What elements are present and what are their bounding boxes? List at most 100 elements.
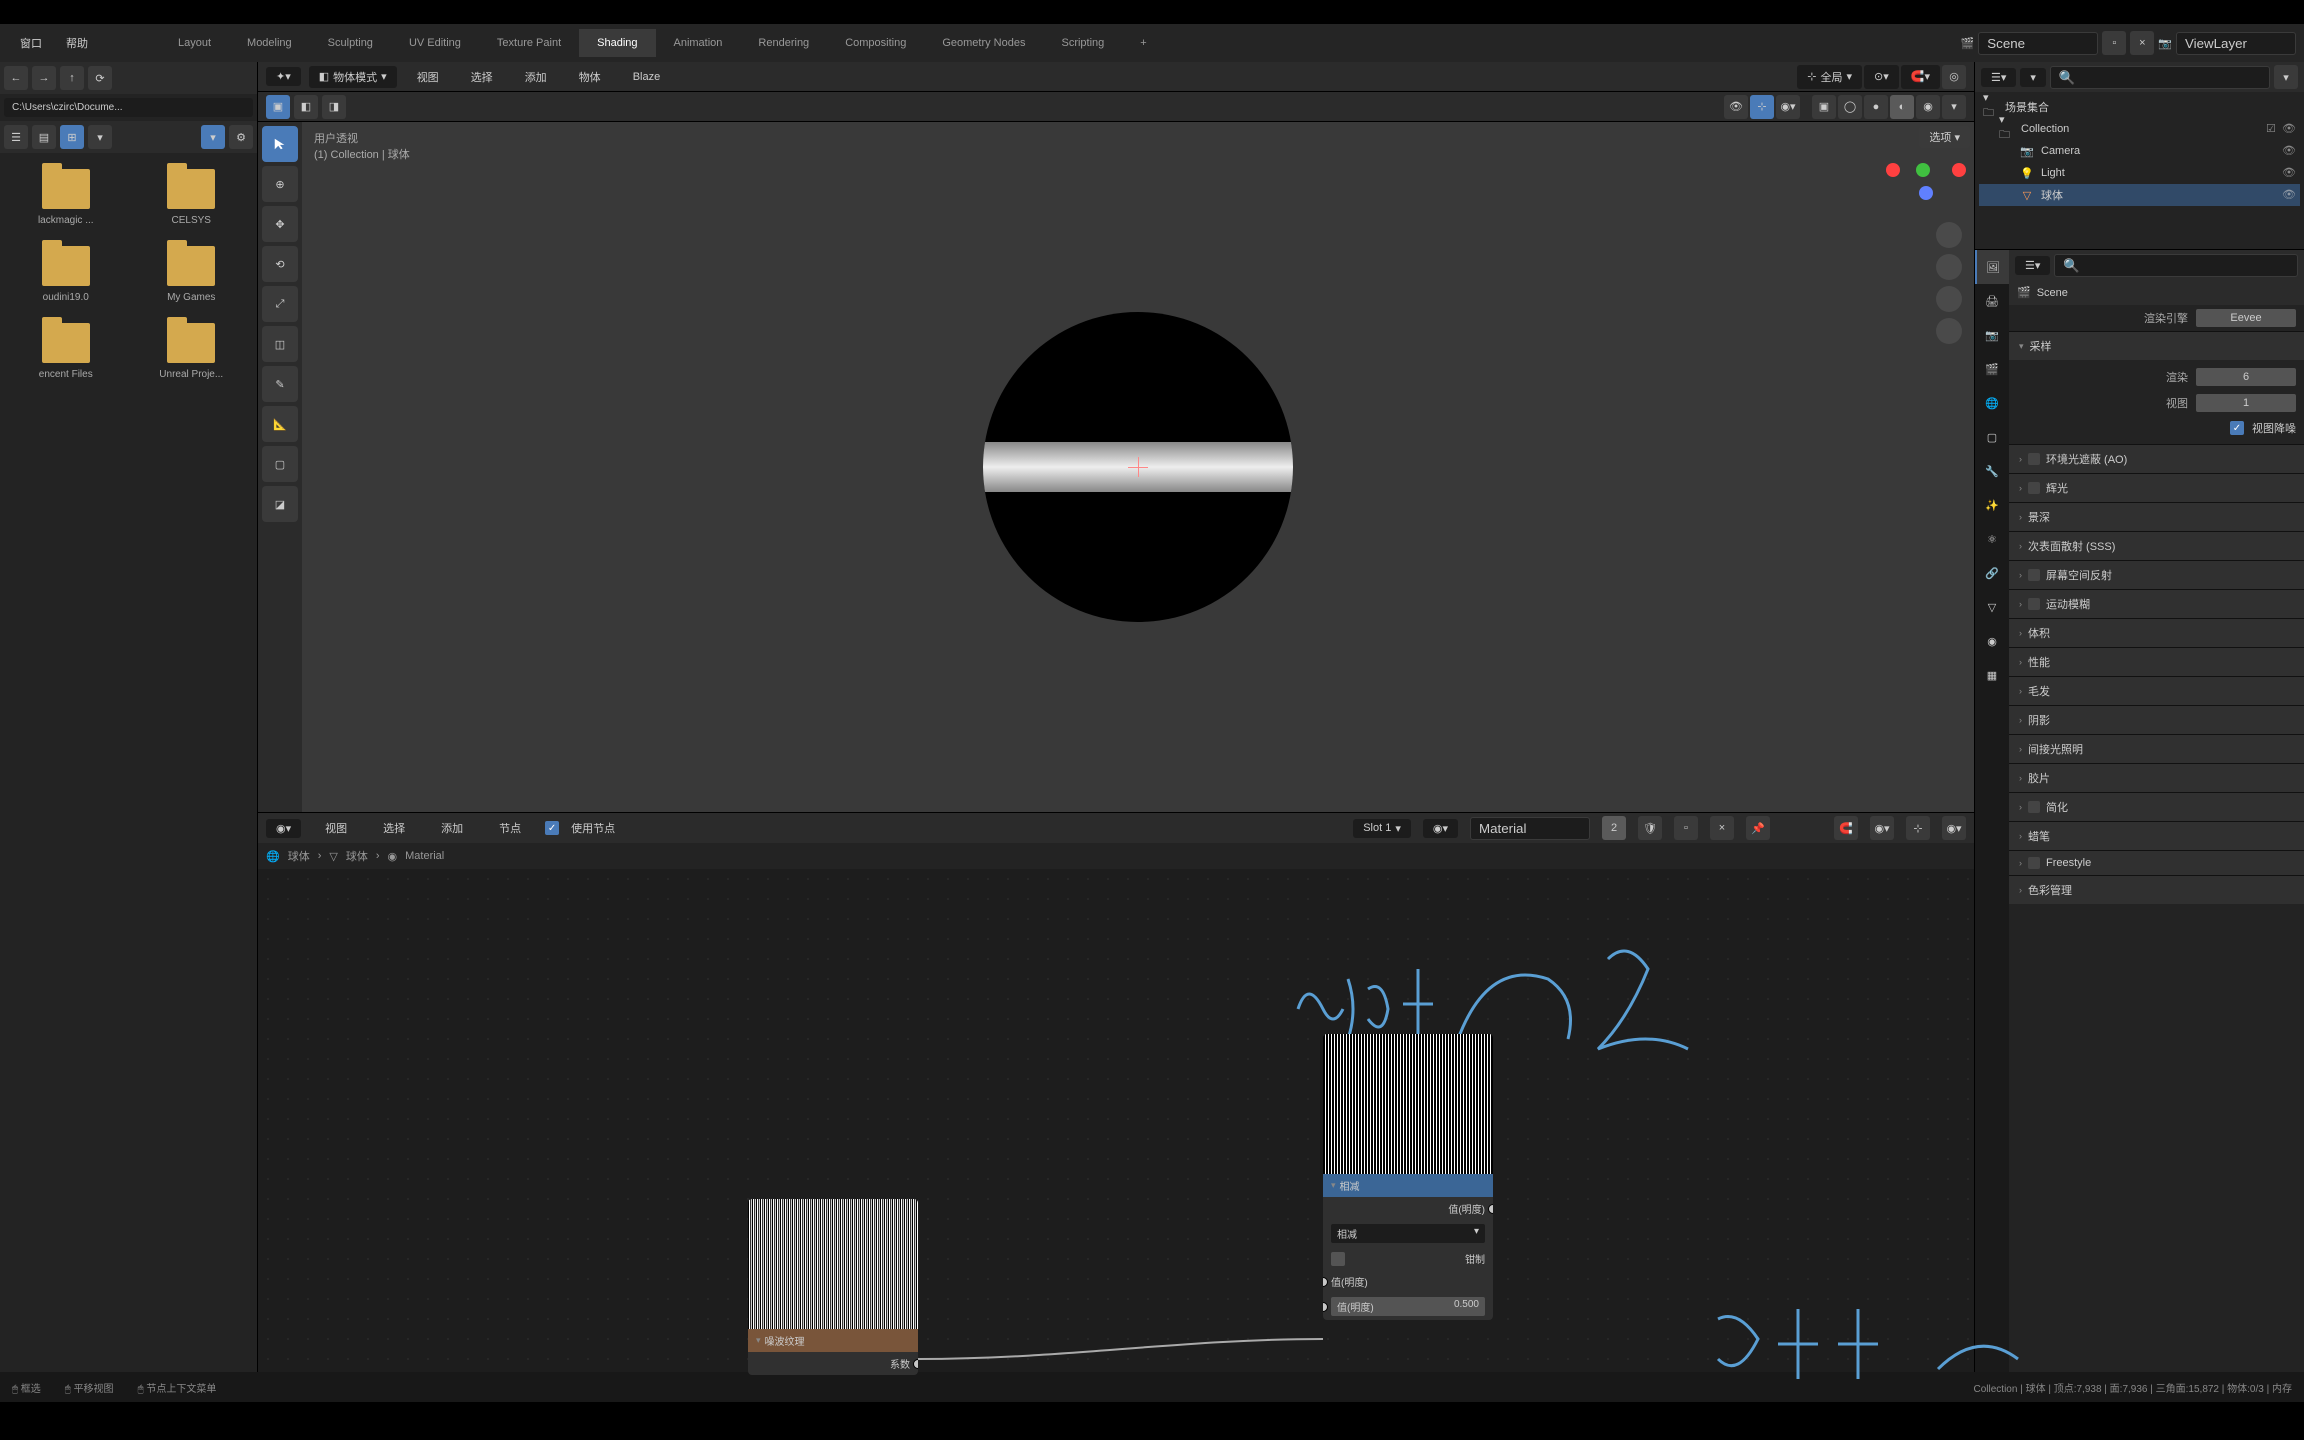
viewport-canvas[interactable]: 用户透视 (1) Collection | 球体 [302, 122, 1974, 812]
scene-name-input[interactable] [1978, 32, 2098, 55]
denoise-checkbox[interactable]: ✓ [2230, 421, 2244, 435]
panel-bloom[interactable]: ›辉光 [2009, 474, 2304, 502]
engine-dropdown[interactable]: Eevee [2196, 309, 2296, 327]
props-scene-name[interactable]: Scene [2037, 287, 2068, 299]
outliner-filter[interactable]: ▾ [2274, 65, 2298, 89]
clamp-checkbox[interactable] [1331, 1252, 1345, 1266]
fb-sort[interactable]: ▾ [88, 125, 112, 149]
shading-options[interactable]: ▾ [1942, 95, 1966, 119]
value2-field[interactable]: 值(明度) 0.500 [1331, 1297, 1485, 1316]
ne-add-menu[interactable]: 添加 [429, 816, 475, 840]
outliner-light[interactable]: 💡 Light 👁 [1979, 162, 2300, 184]
node-noise-texture[interactable]: ▾ 噪波纹理 系数 [748, 1199, 918, 1375]
prop-tab-modifier[interactable]: 🔧 [1975, 454, 2009, 488]
material-pin[interactable]: 📌 [1746, 816, 1770, 840]
prop-tab-texture[interactable]: ▦ [1975, 658, 2009, 692]
panel-hair[interactable]: ›毛发 [2009, 677, 2304, 705]
outliner-search[interactable] [2050, 66, 2270, 89]
snap-dropdown[interactable]: 🧲▾ [1901, 65, 1940, 89]
bc-obj[interactable]: 球体 [288, 848, 310, 864]
folder-item[interactable]: My Games [134, 246, 250, 303]
menu-help[interactable]: 帮助 [54, 31, 100, 55]
ne-node-menu[interactable]: 节点 [487, 816, 533, 840]
material-name-input[interactable] [1470, 817, 1590, 840]
prop-tab-viewlayer[interactable]: 📷 [1975, 318, 2009, 352]
nav-perspective[interactable] [1936, 318, 1962, 344]
tool-select-box[interactable] [262, 126, 298, 162]
mode-dropdown[interactable]: ◧ 物体模式 ▾ [309, 66, 397, 88]
fb-filter[interactable]: ▾ [201, 125, 225, 149]
prop-tab-physics[interactable]: ⚛ [1975, 522, 2009, 556]
output-socket-value[interactable] [1488, 1204, 1493, 1214]
prop-tab-object[interactable]: ▢ [1975, 420, 2009, 454]
nav-camera[interactable] [1936, 286, 1962, 312]
panel-grease[interactable]: ›蜡笔 [2009, 822, 2304, 850]
use-nodes-checkbox[interactable]: ✓ [545, 821, 559, 835]
bc-obj2[interactable]: 球体 [346, 848, 368, 864]
panel-motion[interactable]: ›运动模糊 [2009, 590, 2304, 618]
outliner-collection[interactable]: ▾ 🗀 Collection ☑👁 [1979, 118, 2300, 140]
scene-delete-button[interactable]: × [2130, 31, 2154, 55]
fb-display-detail[interactable]: ▤ [32, 125, 56, 149]
tool-add-cube[interactable]: ▢ [262, 446, 298, 482]
fb-back-button[interactable]: ← [4, 66, 28, 90]
ne-view-menu[interactable]: 视图 [313, 816, 359, 840]
panel-vol[interactable]: ›体积 [2009, 619, 2304, 647]
input-socket-value2[interactable] [1323, 1302, 1328, 1312]
folder-item[interactable]: lackmagic ... [8, 169, 124, 226]
gizmo-toggle[interactable]: ⊹ [1750, 95, 1774, 119]
workspace-compositing[interactable]: Compositing [827, 29, 924, 57]
exclude-checkbox[interactable]: ☑ [2266, 122, 2280, 136]
tool-rotate[interactable]: ⟲ [262, 246, 298, 282]
tool-cursor[interactable]: ⊕ [262, 166, 298, 202]
props-type[interactable]: ☰▾ [2015, 256, 2050, 275]
workspace-geonodes[interactable]: Geometry Nodes [924, 29, 1043, 57]
output-socket-fac[interactable] [913, 1359, 918, 1369]
props-search[interactable] [2054, 254, 2298, 277]
outliner-scene-collection[interactable]: ▾ 🗀 场景集合 [1979, 96, 2300, 118]
outliner-camera[interactable]: 📷 Camera 👁 [1979, 140, 2300, 162]
sphere-object[interactable] [983, 312, 1293, 622]
prop-tab-render[interactable]: 🖼 [1975, 250, 2009, 284]
fb-refresh-button[interactable]: ⟳ [88, 66, 112, 90]
select-mode-2[interactable]: ◧ [294, 95, 318, 119]
proportional-edit[interactable]: ◎ [1942, 65, 1966, 89]
prop-tab-world[interactable]: 🌐 [1975, 386, 2009, 420]
workspace-uv[interactable]: UV Editing [391, 29, 479, 57]
fb-forward-button[interactable]: → [32, 66, 56, 90]
vp-object-menu[interactable]: 物体 [567, 65, 613, 89]
fb-settings[interactable]: ⚙ [229, 125, 253, 149]
select-mode-1[interactable]: ▣ [266, 95, 290, 119]
panel-indirect[interactable]: ›间接光照明 [2009, 735, 2304, 763]
workspace-add[interactable]: + [1122, 29, 1164, 57]
folder-item[interactable]: encent Files [8, 323, 124, 380]
material-new[interactable]: ▫ [1674, 816, 1698, 840]
node-canvas[interactable]: ▾ 噪波纹理 系数 ▾ 相减 [258, 869, 1974, 1372]
vp-blaze-menu[interactable]: Blaze [621, 67, 673, 87]
ne-editor-type[interactable]: ◉▾ [266, 819, 301, 838]
pivot-dropdown[interactable]: ⊙▾ [1864, 65, 1899, 89]
ne-select-menu[interactable]: 选择 [371, 816, 417, 840]
tool-transform[interactable]: ◫ [262, 326, 298, 362]
hide-toggle[interactable]: 👁 [2282, 122, 2296, 136]
workspace-layout[interactable]: Layout [160, 29, 229, 57]
shading-rendered[interactable]: ◉ [1916, 95, 1940, 119]
workspace-texpaint[interactable]: Texture Paint [479, 29, 579, 57]
prop-tab-particle[interactable]: ✨ [1975, 488, 2009, 522]
orientation-dropdown[interactable]: ⊹ 全局 ▾ [1797, 65, 1862, 89]
panel-perf[interactable]: ›性能 [2009, 648, 2304, 676]
viewport-options[interactable]: 选项 ▾ [1919, 126, 1970, 148]
shading-solid[interactable]: ● [1864, 95, 1888, 119]
panel-freestyle[interactable]: ›Freestyle [2009, 851, 2304, 875]
prop-tab-scene[interactable]: 🎬 [1975, 352, 2009, 386]
outliner-display[interactable]: ▾ [2020, 68, 2046, 87]
node-math-subtract[interactable]: ▾ 相减 值(明度) 相减 ▾ 钳制 [1323, 1034, 1493, 1320]
prop-tab-output[interactable]: 🖨 [1975, 284, 2009, 318]
fb-path-field[interactable]: C:\Users\czirc\Docume... [4, 98, 253, 117]
nav-move[interactable] [1936, 254, 1962, 280]
workspace-modeling[interactable]: Modeling [229, 29, 310, 57]
tool-extra[interactable]: ◪ [262, 486, 298, 522]
ne-backdrop[interactable]: ◉▾ [1942, 816, 1966, 840]
panel-color[interactable]: ›色彩管理 [2009, 876, 2304, 904]
panel-shadow[interactable]: ›阴影 [2009, 706, 2304, 734]
